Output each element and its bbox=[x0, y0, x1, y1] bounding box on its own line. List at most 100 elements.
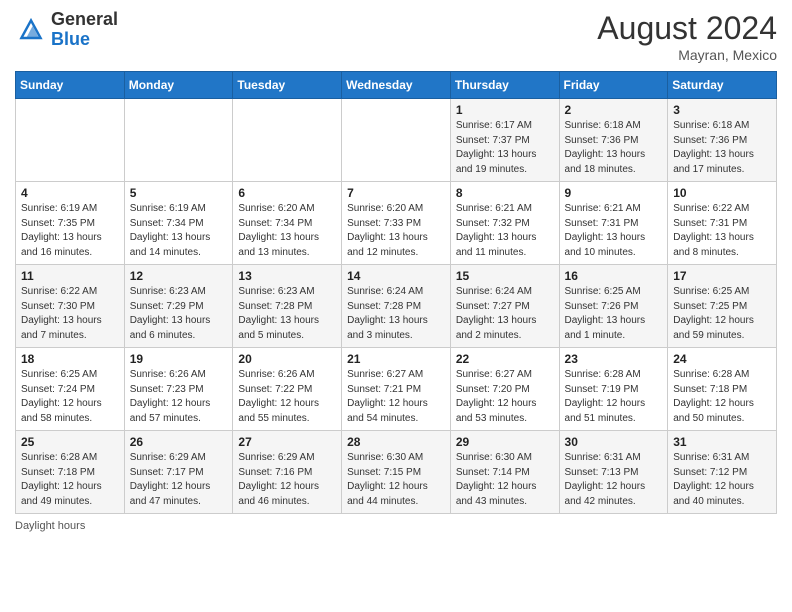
day-number: 12 bbox=[130, 269, 228, 283]
day-number: 6 bbox=[238, 186, 336, 200]
day-header-tuesday: Tuesday bbox=[233, 72, 342, 99]
day-detail: Sunrise: 6:28 AMSunset: 7:19 PMDaylight:… bbox=[565, 368, 663, 426]
day-detail: Sunrise: 6:30 AMSunset: 7:14 PMDaylight:… bbox=[456, 451, 554, 509]
calendar-table: SundayMondayTuesdayWednesdayThursdayFrid… bbox=[15, 71, 777, 514]
day-number: 17 bbox=[673, 269, 771, 283]
day-detail: Sunrise: 6:30 AMSunset: 7:15 PMDaylight:… bbox=[347, 451, 445, 509]
day-number: 22 bbox=[456, 352, 554, 366]
calendar-cell: 25Sunrise: 6:28 AMSunset: 7:18 PMDayligh… bbox=[16, 431, 125, 514]
day-number: 3 bbox=[673, 103, 771, 117]
day-number: 30 bbox=[565, 435, 663, 449]
day-detail: Sunrise: 6:27 AMSunset: 7:21 PMDaylight:… bbox=[347, 368, 445, 426]
calendar-header: SundayMondayTuesdayWednesdayThursdayFrid… bbox=[16, 72, 777, 99]
calendar-cell: 4Sunrise: 6:19 AMSunset: 7:35 PMDaylight… bbox=[16, 182, 125, 265]
day-detail: Sunrise: 6:17 AMSunset: 7:37 PMDaylight:… bbox=[456, 119, 554, 177]
day-detail: Sunrise: 6:20 AMSunset: 7:33 PMDaylight:… bbox=[347, 202, 445, 260]
calendar-cell: 20Sunrise: 6:26 AMSunset: 7:22 PMDayligh… bbox=[233, 348, 342, 431]
calendar-cell: 22 Sunrise: 6:27 AMSunset: 7:20 PMDayligh… bbox=[450, 348, 559, 431]
day-header-wednesday: Wednesday bbox=[342, 72, 451, 99]
logo: General Blue bbox=[15, 10, 118, 50]
day-header-monday: Monday bbox=[124, 72, 233, 99]
day-number: 10 bbox=[673, 186, 771, 200]
day-number: 16 bbox=[565, 269, 663, 283]
title-block: August 2024 Mayran, Mexico bbox=[597, 10, 777, 63]
calendar-cell bbox=[233, 99, 342, 182]
calendar-cell: 17 Sunrise: 6:25 AMSunset: 7:25 PMDayligh… bbox=[668, 265, 777, 348]
day-number: 23 bbox=[565, 352, 663, 366]
calendar-cell: 14 Sunrise: 6:24 AMSunset: 7:28 PMDayligh… bbox=[342, 265, 451, 348]
calendar-cell: 2 Sunrise: 6:18 AMSunset: 7:36 PMDaylight… bbox=[559, 99, 668, 182]
day-detail: Sunrise: 6:29 AMSunset: 7:17 PMDaylight:… bbox=[130, 451, 228, 509]
calendar-body: 1 Sunrise: 6:17 AMSunset: 7:37 PMDaylight… bbox=[16, 99, 777, 514]
week-row-1: 1 Sunrise: 6:17 AMSunset: 7:37 PMDaylight… bbox=[16, 99, 777, 182]
day-number: 27 bbox=[238, 435, 336, 449]
day-detail: Sunrise: 6:21 AMSunset: 7:31 PMDaylight:… bbox=[565, 202, 663, 260]
day-header-saturday: Saturday bbox=[668, 72, 777, 99]
day-number: 29 bbox=[456, 435, 554, 449]
day-detail: Sunrise: 6:20 AMSunset: 7:34 PMDaylight:… bbox=[238, 202, 336, 260]
page-header: General Blue August 2024 Mayran, Mexico bbox=[15, 10, 777, 63]
footer: Daylight hours bbox=[15, 520, 777, 532]
month-year: August 2024 bbox=[597, 10, 777, 47]
week-row-2: 4Sunrise: 6:19 AMSunset: 7:35 PMDaylight… bbox=[16, 182, 777, 265]
calendar-cell: 30 Sunrise: 6:31 AMSunset: 7:13 PMDayligh… bbox=[559, 431, 668, 514]
day-detail: Sunrise: 6:18 AMSunset: 7:36 PMDaylight:… bbox=[673, 119, 771, 177]
day-number: 9 bbox=[565, 186, 663, 200]
day-detail: Sunrise: 6:25 AMSunset: 7:25 PMDaylight:… bbox=[673, 285, 771, 343]
calendar-cell bbox=[124, 99, 233, 182]
day-detail: Sunrise: 6:22 AMSunset: 7:30 PMDaylight:… bbox=[21, 285, 119, 343]
day-detail: Sunrise: 6:25 AMSunset: 7:24 PMDaylight:… bbox=[21, 368, 119, 426]
calendar-cell: 11Sunrise: 6:22 AMSunset: 7:30 PMDayligh… bbox=[16, 265, 125, 348]
calendar-cell: 23 Sunrise: 6:28 AMSunset: 7:19 PMDayligh… bbox=[559, 348, 668, 431]
day-detail: Sunrise: 6:31 AMSunset: 7:13 PMDaylight:… bbox=[565, 451, 663, 509]
calendar-cell: 8Sunrise: 6:21 AMSunset: 7:32 PMDaylight… bbox=[450, 182, 559, 265]
day-detail: Sunrise: 6:18 AMSunset: 7:36 PMDaylight:… bbox=[565, 119, 663, 177]
day-detail: Sunrise: 6:24 AMSunset: 7:28 PMDaylight:… bbox=[347, 285, 445, 343]
calendar-cell: 1 Sunrise: 6:17 AMSunset: 7:37 PMDaylight… bbox=[450, 99, 559, 182]
location: Mayran, Mexico bbox=[597, 47, 777, 63]
week-row-5: 25Sunrise: 6:28 AMSunset: 7:18 PMDayligh… bbox=[16, 431, 777, 514]
day-number: 2 bbox=[565, 103, 663, 117]
day-number: 15 bbox=[456, 269, 554, 283]
calendar-cell: 29 Sunrise: 6:30 AMSunset: 7:14 PMDayligh… bbox=[450, 431, 559, 514]
week-row-3: 11Sunrise: 6:22 AMSunset: 7:30 PMDayligh… bbox=[16, 265, 777, 348]
calendar-cell: 28 Sunrise: 6:30 AMSunset: 7:15 PMDayligh… bbox=[342, 431, 451, 514]
day-detail: Sunrise: 6:28 AMSunset: 7:18 PMDaylight:… bbox=[21, 451, 119, 509]
week-row-4: 18Sunrise: 6:25 AMSunset: 7:24 PMDayligh… bbox=[16, 348, 777, 431]
calendar-cell: 5Sunrise: 6:19 AMSunset: 7:34 PMDaylight… bbox=[124, 182, 233, 265]
day-number: 24 bbox=[673, 352, 771, 366]
day-number: 1 bbox=[456, 103, 554, 117]
calendar-cell: 13Sunrise: 6:23 AMSunset: 7:28 PMDayligh… bbox=[233, 265, 342, 348]
day-header-sunday: Sunday bbox=[16, 72, 125, 99]
calendar-cell: 31Sunrise: 6:31 AMSunset: 7:12 PMDayligh… bbox=[668, 431, 777, 514]
day-detail: Sunrise: 6:27 AMSunset: 7:20 PMDaylight:… bbox=[456, 368, 554, 426]
day-detail: Sunrise: 6:23 AMSunset: 7:28 PMDaylight:… bbox=[238, 285, 336, 343]
day-detail: Sunrise: 6:25 AMSunset: 7:26 PMDaylight:… bbox=[565, 285, 663, 343]
day-header-row: SundayMondayTuesdayWednesdayThursdayFrid… bbox=[16, 72, 777, 99]
calendar-cell: 26Sunrise: 6:29 AMSunset: 7:17 PMDayligh… bbox=[124, 431, 233, 514]
calendar-cell: 7 Sunrise: 6:20 AMSunset: 7:33 PMDaylight… bbox=[342, 182, 451, 265]
logo-icon bbox=[15, 14, 47, 46]
calendar-cell: 9 Sunrise: 6:21 AMSunset: 7:31 PMDaylight… bbox=[559, 182, 668, 265]
calendar-cell: 24 Sunrise: 6:28 AMSunset: 7:18 PMDayligh… bbox=[668, 348, 777, 431]
day-detail: Sunrise: 6:29 AMSunset: 7:16 PMDaylight:… bbox=[238, 451, 336, 509]
day-number: 8 bbox=[456, 186, 554, 200]
day-number: 21 bbox=[347, 352, 445, 366]
day-number: 7 bbox=[347, 186, 445, 200]
day-number: 5 bbox=[130, 186, 228, 200]
day-header-thursday: Thursday bbox=[450, 72, 559, 99]
calendar-cell: 18Sunrise: 6:25 AMSunset: 7:24 PMDayligh… bbox=[16, 348, 125, 431]
day-number: 19 bbox=[130, 352, 228, 366]
day-detail: Sunrise: 6:31 AMSunset: 7:12 PMDaylight:… bbox=[673, 451, 771, 509]
day-detail: Sunrise: 6:24 AMSunset: 7:27 PMDaylight:… bbox=[456, 285, 554, 343]
day-number: 14 bbox=[347, 269, 445, 283]
day-number: 20 bbox=[238, 352, 336, 366]
calendar-cell: 10Sunrise: 6:22 AMSunset: 7:31 PMDayligh… bbox=[668, 182, 777, 265]
calendar-cell bbox=[16, 99, 125, 182]
day-number: 28 bbox=[347, 435, 445, 449]
calendar-cell: 27 Sunrise: 6:29 AMSunset: 7:16 PMDayligh… bbox=[233, 431, 342, 514]
day-detail: Sunrise: 6:28 AMSunset: 7:18 PMDaylight:… bbox=[673, 368, 771, 426]
day-detail: Sunrise: 6:23 AMSunset: 7:29 PMDaylight:… bbox=[130, 285, 228, 343]
calendar-cell: 6 Sunrise: 6:20 AMSunset: 7:34 PMDaylight… bbox=[233, 182, 342, 265]
calendar-cell: 12 Sunrise: 6:23 AMSunset: 7:29 PMDayligh… bbox=[124, 265, 233, 348]
